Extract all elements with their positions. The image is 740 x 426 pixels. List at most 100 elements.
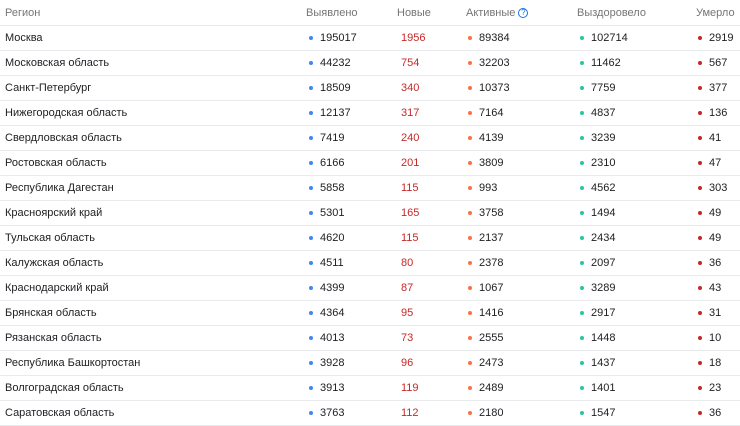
table-row[interactable]: Саратовская область 3763 112 2180 1547 36 [0, 401, 740, 426]
active-cell: 2137 [468, 226, 503, 250]
header-active[interactable]: Активные ? [466, 0, 529, 25]
active-dot-icon [468, 261, 472, 265]
header-new[interactable]: Новые [397, 0, 431, 25]
deaths-value: 36 [709, 407, 722, 419]
active-cell: 7164 [468, 101, 503, 125]
deaths-dot-icon [698, 161, 702, 165]
table-row[interactable]: Красноярский край 5301 165 3758 1494 49 [0, 201, 740, 226]
confirmed-cell: 3928 [309, 351, 344, 375]
recovered-value: 1547 [591, 407, 616, 419]
deaths-cell: 23 [698, 376, 721, 400]
confirmed-cell: 6166 [309, 151, 344, 175]
confirmed-value: 4013 [320, 332, 345, 344]
new-value: 754 [401, 57, 420, 69]
new-value: 95 [401, 307, 414, 319]
new-value: 201 [401, 157, 420, 169]
recovered-dot-icon [580, 336, 584, 340]
new-cell: 240 [401, 126, 419, 150]
table-row[interactable]: Тульская область 4620 115 2137 2434 49 [0, 226, 740, 251]
active-value: 2378 [479, 257, 504, 269]
table-row[interactable]: Ростовская область 6166 201 3809 2310 47 [0, 151, 740, 176]
active-value: 32203 [479, 57, 510, 69]
new-value: 240 [401, 132, 420, 144]
region-name: Краснодарский край [5, 282, 109, 294]
deaths-dot-icon [698, 211, 702, 215]
new-value: 80 [401, 257, 414, 269]
active-value: 89384 [479, 32, 510, 44]
deaths-value: 49 [709, 232, 722, 244]
recovered-value: 3239 [591, 132, 616, 144]
confirmed-value: 3763 [320, 407, 345, 419]
new-value: 96 [401, 357, 414, 369]
header-recovered[interactable]: Выздоровело [577, 0, 646, 25]
deaths-dot-icon [698, 186, 702, 190]
recovered-cell: 3239 [580, 126, 615, 150]
table-row[interactable]: Рязанская область 4013 73 2555 1448 10 [0, 326, 740, 351]
confirmed-value: 6166 [320, 157, 345, 169]
active-cell: 2473 [468, 351, 503, 375]
active-value: 2489 [479, 382, 504, 394]
recovered-value: 1448 [591, 332, 616, 344]
deaths-dot-icon [698, 286, 702, 290]
deaths-value: 136 [709, 107, 728, 119]
new-cell: 112 [401, 401, 419, 425]
table-row[interactable]: Брянская область 4364 95 1416 2917 31 [0, 301, 740, 326]
recovered-cell: 1437 [580, 351, 615, 375]
active-cell: 89384 [468, 26, 510, 50]
table-row[interactable]: Московская область 44232 754 32203 11462 567 [0, 51, 740, 76]
deaths-cell: 2919 [698, 26, 733, 50]
active-value: 2473 [479, 357, 504, 369]
new-cell: 115 [401, 176, 419, 200]
new-cell: 340 [401, 76, 419, 100]
recovered-cell: 7759 [580, 76, 615, 100]
active-cell: 1067 [468, 276, 503, 300]
recovered-cell: 1494 [580, 201, 615, 225]
header-confirmed[interactable]: Выявлено [306, 0, 358, 25]
deaths-cell: 41 [698, 126, 721, 150]
active-value: 1067 [479, 282, 504, 294]
deaths-dot-icon [698, 236, 702, 240]
active-dot-icon [468, 136, 472, 140]
confirmed-dot-icon [309, 161, 313, 165]
table-row[interactable]: Санкт-Петербург 18509 340 10373 7759 377 [0, 76, 740, 101]
deaths-cell: 43 [698, 276, 721, 300]
table-row[interactable]: Республика Башкортостан 3928 96 2473 1437 18 [0, 351, 740, 376]
confirmed-value: 4399 [320, 282, 345, 294]
table-row[interactable]: Нижегородская область 12137 317 7164 4837 136 [0, 101, 740, 126]
table-row[interactable]: Республика Дагестан 5858 115 993 4562 303 [0, 176, 740, 201]
confirmed-dot-icon [309, 411, 313, 415]
new-value: 119 [401, 382, 419, 394]
active-cell: 3758 [468, 201, 503, 225]
confirmed-cell: 4620 [309, 226, 344, 250]
new-value: 340 [401, 82, 420, 94]
active-value: 7164 [479, 107, 504, 119]
header-deaths[interactable]: Умерло [696, 0, 735, 25]
header-active-label: Активные [466, 6, 516, 19]
new-value: 115 [401, 182, 419, 194]
active-value: 1416 [479, 307, 504, 319]
recovered-dot-icon [580, 161, 584, 165]
header-region[interactable]: Регион [5, 0, 40, 25]
confirmed-cell: 195017 [309, 26, 357, 50]
table-row[interactable]: Свердловская область 7419 240 4139 3239 41 [0, 126, 740, 151]
deaths-cell: 18 [698, 351, 721, 375]
confirmed-cell: 44232 [309, 51, 351, 75]
new-cell: 95 [401, 301, 413, 325]
active-cell: 993 [468, 176, 497, 200]
active-value: 10373 [479, 82, 510, 94]
recovered-dot-icon [580, 61, 584, 65]
deaths-cell: 31 [698, 301, 721, 325]
help-icon[interactable]: ? [518, 7, 529, 18]
recovered-value: 1437 [591, 357, 616, 369]
table-row[interactable]: Калужская область 4511 80 2378 2097 36 [0, 251, 740, 276]
deaths-value: 43 [709, 282, 722, 294]
new-value: 1956 [401, 32, 426, 44]
confirmed-value: 44232 [320, 57, 351, 69]
table-row[interactable]: Волгоградская область 3913 119 2489 1401 23 [0, 376, 740, 401]
table-row[interactable]: Москва 195017 1956 89384 102714 2919 [0, 26, 740, 51]
table-row[interactable]: Краснодарский край 4399 87 1067 3289 43 [0, 276, 740, 301]
confirmed-value: 12137 [320, 107, 351, 119]
confirmed-cell: 12137 [309, 101, 351, 125]
recovered-dot-icon [580, 311, 584, 315]
active-dot-icon [468, 236, 472, 240]
